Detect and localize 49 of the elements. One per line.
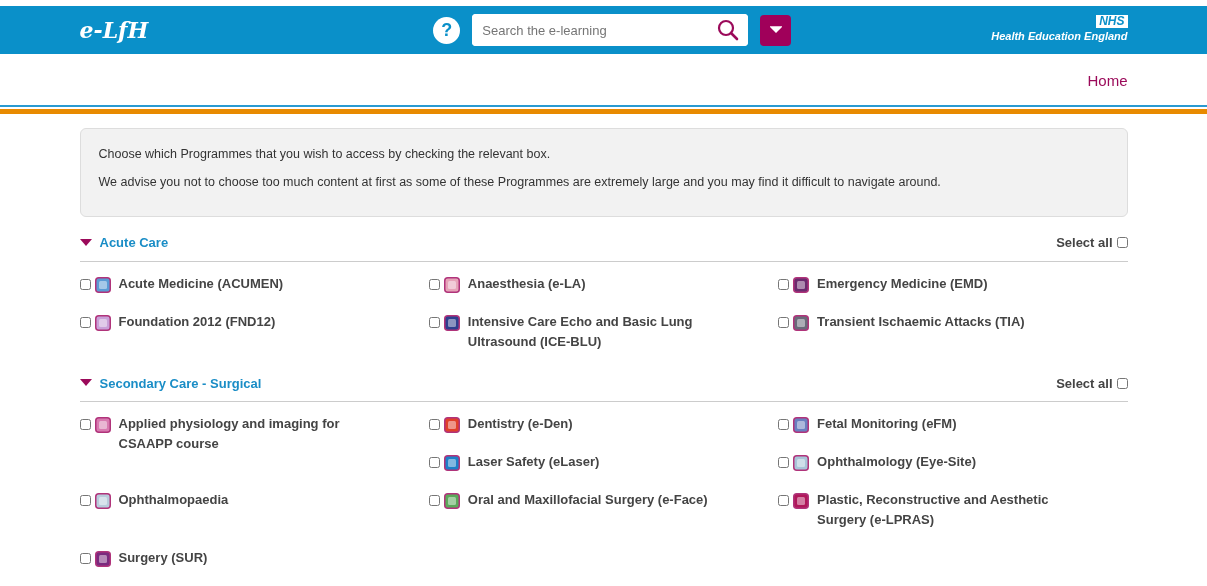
programme-label: Transient Ischaemic Attacks (TIA) (817, 312, 1025, 331)
programme-label: Oral and Maxillofacial Surgery (e-Face) (467, 491, 708, 509)
programme-label: Ophthalmology (Eye-Site) (817, 453, 976, 471)
section-title[interactable]: Acute Care (99, 233, 169, 253)
programme-checkbox[interactable] (778, 316, 790, 328)
search-field[interactable]: Search the e-learning (472, 14, 749, 46)
programme-checkbox[interactable] (79, 419, 91, 430)
programme-checkbox[interactable] (428, 495, 440, 506)
select-all-label: Select all (1056, 374, 1113, 393)
home-link[interactable]: Home (1087, 70, 1128, 93)
caret-down-icon[interactable] (79, 238, 92, 247)
programme-checkbox[interactable] (428, 278, 440, 290)
programme-checkbox[interactable] (79, 553, 91, 564)
search-icon[interactable] (716, 18, 741, 42)
programme-checkbox[interactable] (79, 278, 91, 290)
programme-label: Dentistry (e-Den) (467, 415, 573, 433)
info-text: We advise you not to choose too much content at first as some of these Programmes are extremely large and you may find it difficult to navigate around. (98, 174, 942, 192)
nhs-badge: NHS (1096, 15, 1128, 29)
programme-label: Intensive Care Echo and Basic Lung Ultrasound (ICE-BLU) (467, 312, 694, 351)
programme-label: Foundation 2012 (FND12) (118, 312, 276, 331)
section-title[interactable]: Secondary Care - Surgical (99, 373, 262, 393)
programme-label: Fetal Monitoring (eFM) (817, 415, 957, 433)
programme-label: Applied physiology and imaging for CSAAPP course (118, 415, 341, 453)
programme-label: Surgery (SUR) (118, 549, 208, 567)
caret-down-icon[interactable] (79, 379, 92, 388)
help-button[interactable]: ? (433, 16, 461, 44)
dropdown-button[interactable] (760, 14, 792, 46)
programme-checkbox[interactable] (79, 316, 91, 328)
programme-label: Acute Medicine (ACUMEN) (118, 274, 284, 293)
caret-icon (769, 26, 782, 34)
programme-checkbox[interactable] (428, 419, 440, 430)
site-logo[interactable]: e-LfH (79, 13, 149, 47)
programme-label: Emergency Medicine (EMD) (817, 274, 988, 293)
select-all-checkbox[interactable] (1116, 237, 1128, 249)
programme-checkbox[interactable] (778, 419, 790, 430)
programme-checkbox[interactable] (778, 457, 790, 468)
programme-checkbox[interactable] (428, 457, 440, 468)
organisation-name: Health Education England (991, 29, 1128, 45)
select-all-label: Select all (1056, 234, 1113, 252)
programme-checkbox[interactable] (79, 495, 91, 506)
select-all-checkbox[interactable] (1116, 377, 1128, 389)
programme-label: Anaesthesia (e-LA) (467, 274, 586, 293)
programme-label: Ophthalmopaedia (118, 491, 229, 509)
info-text: Choose which Programmes that you wish to access by checking the relevant box. (98, 145, 552, 163)
programme-checkbox[interactable] (778, 495, 790, 506)
programme-checkbox[interactable] (778, 278, 790, 290)
programme-label: Plastic, Reconstructive and Aesthetic Surgery (e-LPRAS) (817, 491, 1050, 529)
programme-label: Laser Safety (eLaser) (467, 453, 600, 471)
programme-checkbox[interactable] (428, 316, 440, 328)
